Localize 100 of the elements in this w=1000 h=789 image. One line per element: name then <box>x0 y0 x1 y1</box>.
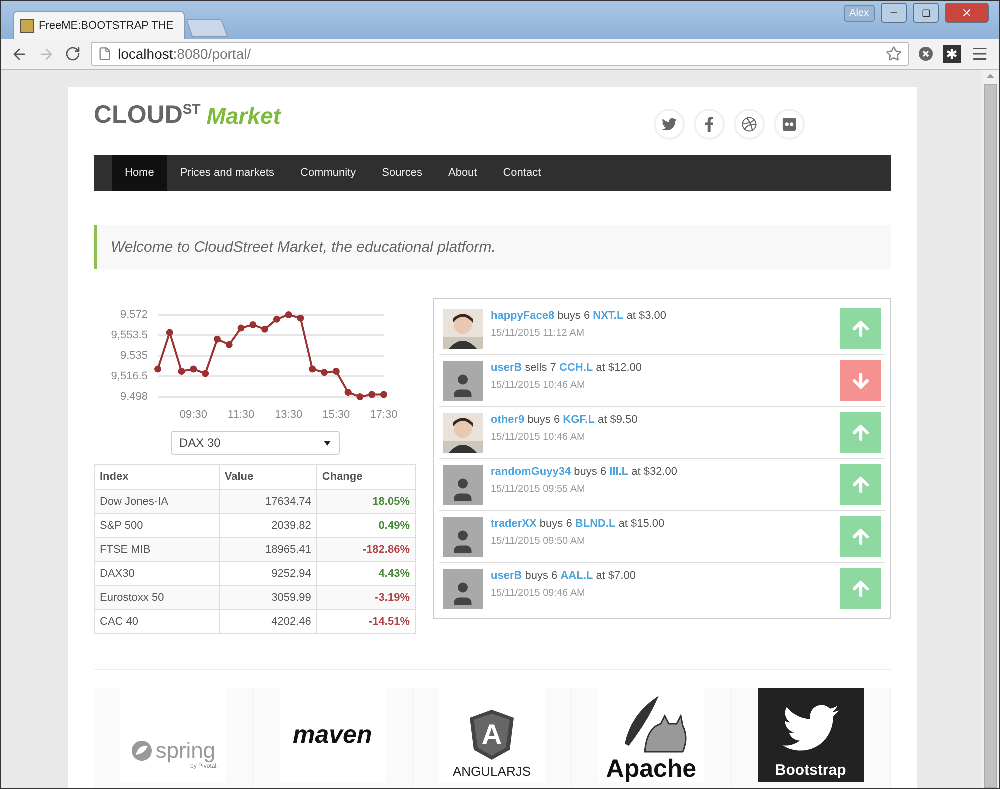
data-point <box>356 394 364 400</box>
bootstrap-logo: Bootstrap <box>758 688 864 782</box>
profile-badge[interactable]: Alex <box>844 4 875 22</box>
x-tick-label: 15:30 <box>322 409 350 421</box>
table-cell: Eurostoxx 50 <box>94 586 220 610</box>
data-point <box>214 336 221 343</box>
x-tick-label: 17:30 <box>370 409 398 421</box>
table-cell: 9252.94 <box>219 562 317 586</box>
nav-item[interactable]: Prices and markets <box>167 155 288 191</box>
x-tick-label: 11:30 <box>228 409 255 421</box>
browser-tab[interactable]: FreeME:BOOTSTRAP THE <box>13 11 185 39</box>
table-cell: 17634.74 <box>219 490 317 514</box>
extension-icon[interactable] <box>943 45 961 63</box>
social-button[interactable] <box>694 109 725 140</box>
ticker-link[interactable]: NXT.L <box>593 310 624 322</box>
menu-icon[interactable] <box>971 45 989 63</box>
index-select[interactable]: DAX 30 <box>170 431 340 455</box>
address-field[interactable]: localhost:8080/portal/ <box>91 42 909 66</box>
data-point <box>178 368 186 376</box>
table-cell: 18.05% <box>316 490 416 514</box>
trade-text: userB buys 6 AAL.L at $7.00 <box>491 570 637 582</box>
table-cell: -182.86% <box>316 538 416 562</box>
star-icon[interactable] <box>886 46 902 62</box>
y-tick-label: 9,498 <box>120 390 148 403</box>
user-link[interactable]: userB <box>491 570 522 582</box>
data-point <box>297 314 304 322</box>
maven-logo: maven <box>280 688 386 782</box>
ticker-link[interactable]: AAL.L <box>560 570 594 582</box>
scrollbar[interactable] <box>982 70 999 788</box>
ticker-link[interactable]: III.L <box>610 466 629 478</box>
tab-title: FreeME:BOOTSTRAP THE <box>39 20 174 32</box>
nav-item[interactable]: Community <box>288 155 370 191</box>
table-cell: Dow Jones-IA <box>94 490 220 514</box>
maximize-icon <box>922 8 930 18</box>
column-header: Index <box>94 464 220 490</box>
nav-item[interactable]: About <box>435 155 490 191</box>
social-button[interactable] <box>774 109 805 140</box>
data-point <box>202 370 210 378</box>
social-button[interactable] <box>654 109 685 140</box>
scroll-up-icon[interactable] <box>987 74 994 78</box>
page-icon <box>98 47 112 61</box>
social-button[interactable] <box>734 109 765 140</box>
welcome-text: Welcome to CloudStreet Market, the educational platform. <box>94 225 891 269</box>
trade-text: userB sells 7 CCH.L at $12.00 <box>491 362 644 374</box>
caret-icon <box>324 440 330 446</box>
table-cell: -3.19% <box>316 586 416 610</box>
flickr-icon <box>782 117 797 132</box>
data-point <box>380 391 388 398</box>
nav-item[interactable]: Sources <box>369 155 436 191</box>
data-point <box>285 312 292 318</box>
table-cell: DAX30 <box>94 562 220 586</box>
y-tick-label: 9,535 <box>120 350 148 362</box>
dribbble-icon <box>742 117 757 132</box>
table-cell: -14.51% <box>316 610 416 634</box>
nav-item[interactable]: Home <box>112 155 168 191</box>
favicon-icon <box>20 18 34 32</box>
trade-time: 15/11/2015 11:12 AM <box>491 328 586 339</box>
sell-button[interactable] <box>840 360 881 401</box>
table-cell: CAC 40 <box>94 610 220 634</box>
close-icon <box>961 7 973 19</box>
table-cell: 4.43% <box>316 562 416 586</box>
table-cell: 4202.46 <box>219 610 317 634</box>
x-tick-label: 13:30 <box>275 409 303 421</box>
trade-time: 15/11/2015 10:46 AM <box>491 380 586 391</box>
data-point <box>332 368 340 376</box>
data-point <box>238 324 245 332</box>
user-link[interactable]: happyFace8 <box>491 310 555 322</box>
stop-icon[interactable] <box>919 47 933 61</box>
trade-text: randomGuyy34 buys 6 III.L at $32.00 <box>491 466 679 478</box>
ticker-link[interactable]: CCH.L <box>560 362 594 374</box>
y-tick-label: 9,553.5 <box>111 329 148 342</box>
ticker-link[interactable]: KGF.L <box>563 414 595 426</box>
reload-icon[interactable] <box>65 46 81 62</box>
trade-time: 15/11/2015 10:46 AM <box>491 432 586 443</box>
data-point <box>190 366 198 373</box>
user-link[interactable]: userB <box>491 362 522 374</box>
table-cell: 0.49% <box>316 514 416 538</box>
data-point <box>321 369 328 376</box>
table-cell: 2039.82 <box>219 514 317 538</box>
user-link[interactable]: other9 <box>491 414 525 426</box>
new-tab-button[interactable] <box>186 19 228 37</box>
table-cell: 18965.41 <box>219 538 317 562</box>
data-point <box>154 366 162 373</box>
trade-text: happyFace8 buys 6 NXT.L at $3.00 <box>491 310 668 322</box>
maximize-button[interactable] <box>913 3 939 23</box>
data-point <box>262 326 269 333</box>
trade-time: 15/11/2015 09:55 AM <box>491 484 586 495</box>
user-link[interactable]: traderXX <box>491 518 537 530</box>
user-link[interactable]: randomGuyy34 <box>491 466 572 478</box>
ticker-link[interactable]: BLND.L <box>575 518 616 530</box>
nav-item[interactable]: Contact <box>490 155 554 191</box>
data-point <box>166 329 174 336</box>
x-tick-label: 09:30 <box>180 409 208 421</box>
minimize-button[interactable] <box>881 3 907 23</box>
column-header: Change <box>316 464 416 490</box>
close-button[interactable] <box>945 3 989 23</box>
twitter-icon <box>662 117 677 132</box>
y-tick-label: 9,572 <box>120 308 148 321</box>
data-point <box>344 389 352 396</box>
data-point <box>309 366 316 373</box>
